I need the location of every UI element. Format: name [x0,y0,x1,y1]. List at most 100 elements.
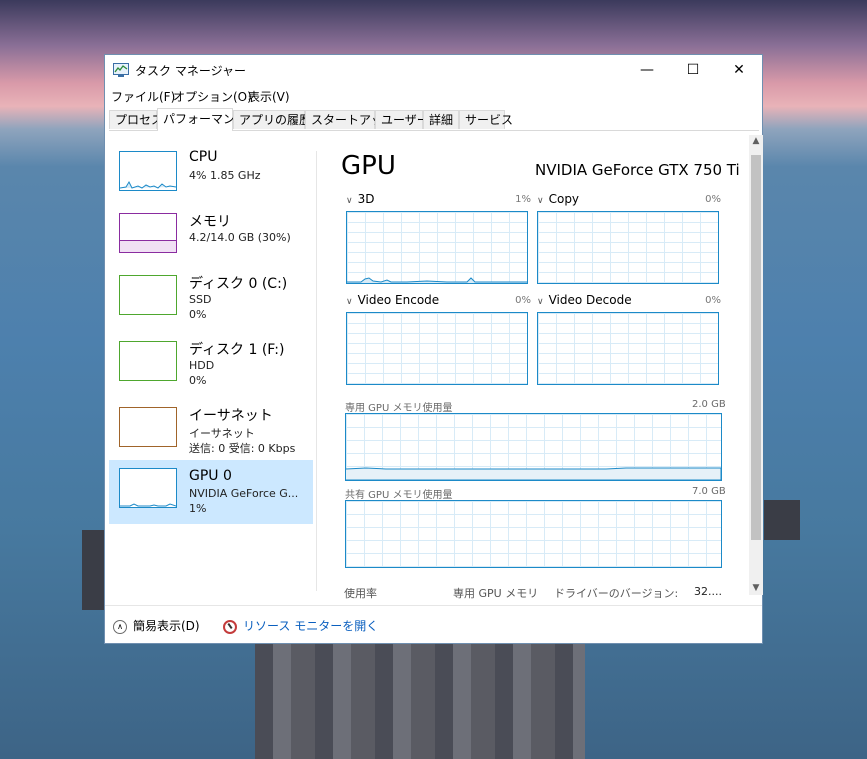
desktop-dock-image [255,640,585,759]
desktop-post-right [764,500,800,540]
task-manager-icon [113,63,129,77]
sidebar-item-disk-0[interactable]: ディスク 0 (C:) SSD 0% [109,269,313,333]
engine-3d-graph [346,211,528,284]
engine-copy-percent: 0% [705,194,721,205]
tab-processes[interactable]: プロセス [109,110,163,129]
simple-view-label: 簡易表示(D) [133,619,200,633]
sidebar-disk1-type: HDD [189,359,215,372]
gpu-thumbnail-line [120,503,177,507]
chevron-down-icon: ∨ [346,297,353,307]
menu-file[interactable]: ファイル(F) [111,88,175,105]
sidebar-disk0-name: ディスク 0 (C:) [189,276,288,292]
tab-details[interactable]: 詳細 [423,110,459,129]
gpu-thumbnail-graph [119,468,177,508]
tab-users[interactable]: ユーザー [375,110,429,129]
tab-services[interactable]: サービス [459,110,513,129]
shared-memory-max: 7.0 GB [692,486,726,497]
dedicated-memory-max: 2.0 GB [692,399,726,410]
desktop-post-left [82,530,104,610]
sidebar-cpu-name: CPU [189,149,218,165]
memory-thumbnail-fill [120,240,176,252]
chevron-down-icon: ∨ [537,297,544,307]
menu-bar: ファイル(F) オプション(O) 表示(V) [105,85,762,105]
minimize-button[interactable]: — [624,55,670,85]
disk1-thumbnail-graph [119,341,177,381]
close-button[interactable]: ✕ [716,55,762,85]
pane-divider [316,151,317,591]
engine-video-decode-percent: 0% [705,295,721,306]
driver-version-label: ドライバーのバージョン: [554,587,679,600]
resource-monitor-label: リソース モニターを開く [243,619,379,633]
dedicated-memory-label: 専用 GPU メモリ使用量 [345,403,453,414]
dedicated-stat-label: 専用 GPU メモリ [453,587,539,600]
dedicated-memory-graph [345,413,722,481]
sidebar-disk0-type: SSD [189,293,212,306]
engine-3d-line [347,277,527,283]
cpu-thumbnail-line [119,180,177,189]
tab-app-history[interactable]: アプリの履歴 [233,110,311,129]
sidebar-item-memory[interactable]: メモリ 4.2/14.0 GB (30%) [109,207,313,271]
resource-sidebar: CPU 4% 1.85 GHz メモリ 4.2/14.0 GB (30%) ディ… [109,145,313,595]
scroll-thumb[interactable] [751,155,761,540]
engine-copy-graph [537,211,719,284]
scroll-up-icon[interactable]: ▲ [749,136,763,146]
engine-video-encode-label: Video Encode [357,293,440,307]
shared-memory-label: 共有 GPU メモリ使用量 [345,490,453,501]
task-manager-window: タスク マネージャー — ☐ ✕ ファイル(F) オプション(O) 表示(V) … [104,54,763,644]
gpu-model-name: NVIDIA GeForce GTX 750 Ti [535,161,740,179]
engine-video-encode-percent: 0% [515,295,531,306]
chevron-down-icon: ∨ [537,196,544,206]
engine-video-decode-header[interactable]: ∨ Video Decode [537,293,632,307]
resource-monitor-link[interactable]: リソース モニターを開く [223,617,378,634]
sidebar-memory-detail: 4.2/14.0 GB (30%) [189,231,291,244]
simple-view-button[interactable]: ∧ 簡易表示(D) [113,617,200,634]
tab-performance[interactable]: パフォーマンス [157,108,247,131]
page-title: GPU [341,151,396,181]
window-title: タスク マネージャー [135,64,246,78]
sidebar-item-cpu[interactable]: CPU 4% 1.85 GHz [109,145,313,209]
sidebar-item-ethernet[interactable]: イーサネット イーサネット 送信: 0 受信: 0 Kbps [109,401,313,465]
cpu-thumbnail-graph [119,151,177,191]
title-bar[interactable]: タスク マネージャー — ☐ ✕ [105,55,762,85]
engine-video-decode-graph [537,312,719,385]
engine-3d-label: 3D [357,192,375,206]
sidebar-item-gpu-0[interactable]: GPU 0 NVIDIA GeForce G... 1% [109,460,313,524]
engine-3d-percent: 1% [515,194,531,205]
engine-copy-label: Copy [548,192,580,206]
vertical-scrollbar[interactable]: ▲ ▼ [749,135,763,595]
engine-video-decode-label: Video Decode [548,293,632,307]
engine-3d-header[interactable]: ∨ 3D [346,192,374,206]
engine-copy-header[interactable]: ∨ Copy [537,192,579,206]
sidebar-disk1-name: ディスク 1 (F:) [189,342,285,358]
menu-options[interactable]: オプション(O) [173,88,252,105]
scroll-down-icon[interactable]: ▼ [749,583,763,593]
sidebar-disk1-usage: 0% [189,374,207,387]
disk0-thumbnail-graph [119,275,177,315]
sidebar-gpu-model: NVIDIA GeForce G... [189,487,299,500]
shared-memory-graph [345,500,722,568]
footer-bar: ∧ 簡易表示(D) リソース モニターを開く [105,605,762,644]
engine-video-encode-graph [346,312,528,385]
sidebar-item-disk-1[interactable]: ディスク 1 (F:) HDD 0% [109,335,313,399]
chevron-up-icon: ∧ [113,619,127,634]
sidebar-cpu-detail: 4% 1.85 GHz [189,169,261,182]
sidebar-disk0-usage: 0% [189,308,207,321]
sidebar-gpu-name: GPU 0 [189,468,232,484]
maximize-button[interactable]: ☐ [670,55,716,85]
usage-stat-label: 使用率 [344,587,377,600]
chevron-down-icon: ∨ [346,196,353,206]
engine-video-encode-header[interactable]: ∨ Video Encode [346,293,439,307]
sidebar-memory-name: メモリ [189,214,231,230]
resource-monitor-icon [223,619,237,634]
sidebar-gpu-usage: 1% [189,502,207,515]
sidebar-ethernet-throughput: 送信: 0 受信: 0 Kbps [189,442,296,455]
memory-thumbnail-graph [119,213,177,253]
menu-view[interactable]: 表示(V) [248,88,290,105]
sidebar-ethernet-name: イーサネット [189,408,273,424]
driver-version-value: 32.... [694,585,722,598]
sidebar-ethernet-adapter: イーサネット [189,427,255,440]
tab-startup[interactable]: スタートアップ [305,110,395,129]
ethernet-thumbnail-graph [119,407,177,447]
dedicated-memory-line [346,467,721,480]
tab-strip: プロセス パフォーマンス アプリの履歴 スタートアップ ユーザー 詳細 サービス [109,108,759,131]
